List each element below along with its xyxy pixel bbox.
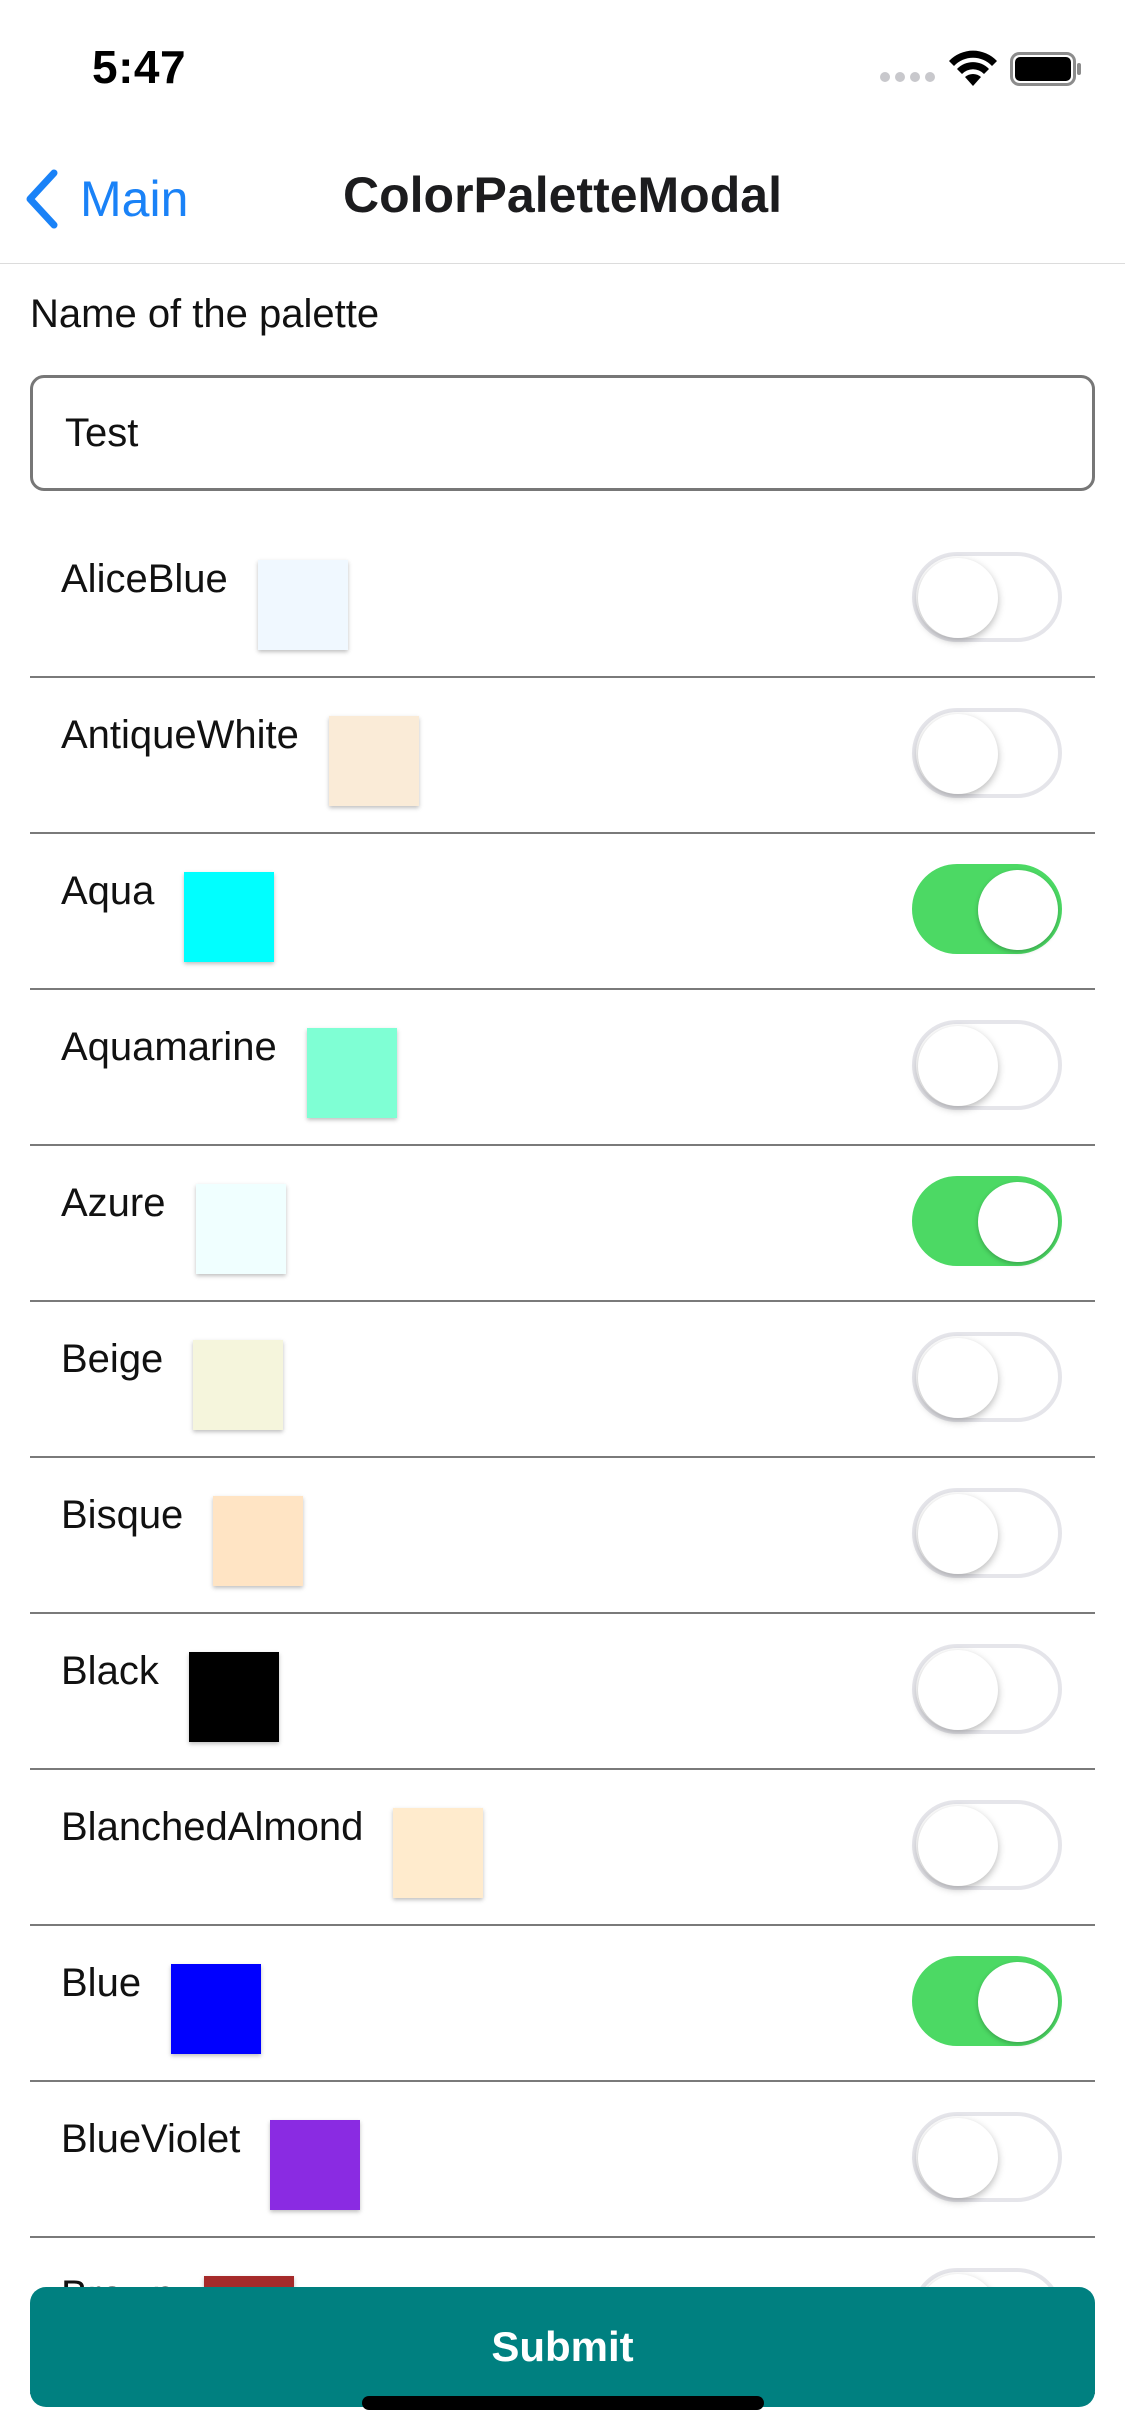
status-bar: 5:47 xyxy=(0,0,1125,132)
color-row: AntiqueWhite xyxy=(30,678,1095,834)
color-label-group: Black xyxy=(61,1646,279,1742)
cellular-signal-icon xyxy=(880,72,936,86)
color-toggle[interactable] xyxy=(912,2112,1062,2202)
color-swatch xyxy=(184,872,275,962)
toggle-knob xyxy=(918,558,998,638)
color-label-group: Azure xyxy=(61,1178,286,1274)
color-swatch xyxy=(171,1964,262,2054)
color-toggle[interactable] xyxy=(912,552,1062,642)
toggle-knob xyxy=(918,1026,998,1106)
color-row: BlueViolet xyxy=(30,2082,1095,2238)
color-name: Beige xyxy=(61,1337,164,1381)
color-swatch xyxy=(270,2120,361,2210)
color-name: Aqua xyxy=(61,869,155,913)
color-name: BlueViolet xyxy=(61,2117,241,2161)
color-toggle[interactable] xyxy=(912,1644,1062,1734)
color-name: Bisque xyxy=(61,1493,184,1537)
toggle-knob xyxy=(918,1806,998,1886)
toggle-knob xyxy=(978,1962,1058,2042)
color-swatch xyxy=(306,1028,397,1118)
color-row: Bisque xyxy=(30,1458,1095,1614)
color-swatch xyxy=(328,716,419,806)
toggle-knob xyxy=(918,2118,998,2198)
palette-name-label: Name of the palette xyxy=(30,292,380,336)
color-toggle[interactable] xyxy=(912,1020,1062,1110)
color-label-group: BlueViolet xyxy=(61,2114,361,2210)
color-label-group: Blue xyxy=(61,1958,262,2054)
page-title: ColorPaletteModal xyxy=(343,167,782,223)
color-name: Black xyxy=(61,1649,159,1693)
color-row: AliceBlue xyxy=(30,522,1095,678)
color-name: AntiqueWhite xyxy=(61,713,299,757)
battery-icon xyxy=(1010,52,1081,86)
color-toggle[interactable] xyxy=(912,1488,1062,1578)
color-name: BlanchedAlmond xyxy=(61,1805,364,1849)
color-row: BlanchedAlmond xyxy=(30,1770,1095,1926)
color-name: AliceBlue xyxy=(61,557,228,601)
color-row: Blue xyxy=(30,1926,1095,2082)
color-row: Beige xyxy=(30,1302,1095,1458)
color-label-group: Bisque xyxy=(61,1490,304,1586)
color-swatch xyxy=(257,560,348,650)
color-label-group: AliceBlue xyxy=(61,554,348,650)
color-row: Aqua xyxy=(30,834,1095,990)
color-label-group: Aqua xyxy=(61,866,275,962)
color-swatch xyxy=(195,1184,286,1274)
color-label-group: BlanchedAlmond xyxy=(61,1802,484,1898)
toggle-knob xyxy=(918,1338,998,1418)
toggle-knob xyxy=(918,1650,998,1730)
color-swatch xyxy=(188,1652,279,1742)
color-name: Blue xyxy=(61,1961,142,2005)
color-toggle[interactable] xyxy=(912,1332,1062,1422)
color-list: AliceBlue AntiqueWhite Aqua Aquamarine Azure… xyxy=(30,522,1095,2394)
color-toggle[interactable] xyxy=(912,1176,1062,1266)
wifi-icon xyxy=(949,50,997,86)
color-name: Azure xyxy=(61,1181,166,1225)
color-row: Azure xyxy=(30,1146,1095,1302)
color-swatch xyxy=(393,1808,484,1898)
color-swatch xyxy=(213,1496,304,1586)
color-label-group: Aquamarine xyxy=(61,1022,397,1118)
color-row: Black xyxy=(30,1614,1095,1770)
toggle-knob xyxy=(978,870,1058,950)
color-toggle[interactable] xyxy=(912,708,1062,798)
submit-button[interactable]: Submit xyxy=(30,2287,1095,2407)
color-toggle[interactable] xyxy=(912,1800,1062,1890)
toggle-knob xyxy=(978,1182,1058,1262)
color-toggle[interactable] xyxy=(912,864,1062,954)
color-swatch xyxy=(193,1340,284,1430)
toggle-knob xyxy=(918,1494,998,1574)
palette-name-input[interactable] xyxy=(30,375,1095,491)
navigation-bar: Main ColorPaletteModal xyxy=(0,132,1125,264)
color-label-group: AntiqueWhite xyxy=(61,710,419,806)
toggle-knob xyxy=(918,714,998,794)
color-name: Aquamarine xyxy=(61,1025,277,1069)
status-time: 5:47 xyxy=(92,41,187,93)
color-label-group: Beige xyxy=(61,1334,284,1430)
color-toggle[interactable] xyxy=(912,1956,1062,2046)
home-indicator xyxy=(362,2396,764,2410)
color-row: Aquamarine xyxy=(30,990,1095,1146)
